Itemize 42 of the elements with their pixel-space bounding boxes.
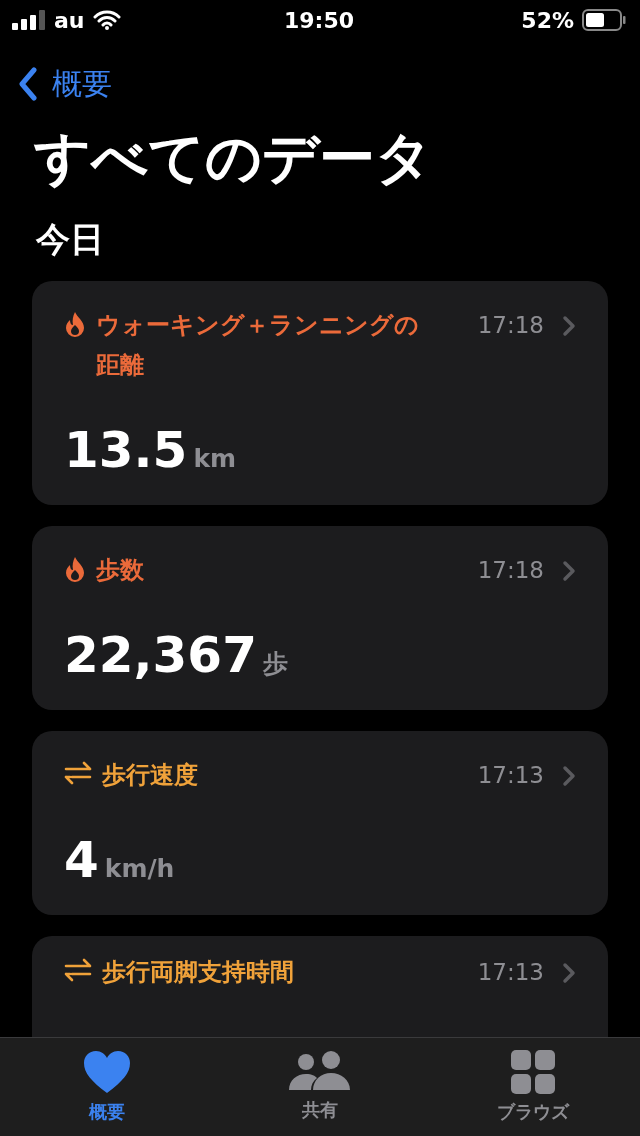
heart-icon [82,1050,131,1094]
data-card[interactable]: 歩行両脚支持時間 17:13 [32,935,608,1037]
arrows-icon [64,957,92,982]
data-card[interactable]: 歩数 17:18 22,367 歩 [32,525,608,710]
data-card[interactable]: 歩行速度 17:13 4 km/h [32,730,608,915]
battery-percentage: 52% [521,7,574,33]
data-card[interactable]: ウォーキング＋ランニングの距離 17:18 13.5 km [32,280,608,505]
back-button[interactable]: 概要 [18,63,112,105]
chevron-icon [562,764,576,787]
status-time: 19:50 [284,7,354,33]
back-chevron-icon [18,67,38,101]
chevron-icon [562,961,576,984]
card-unit: km [193,443,237,473]
chevron-icon [562,559,576,582]
card-time: 17:18 [477,555,544,585]
chevron-icon [562,314,576,337]
page-title: すべてのデータ [34,124,433,192]
card-unit: km/h [104,853,175,883]
wifi-icon [92,10,121,30]
card-value: 13.5 [64,420,188,479]
card-time: 17:18 [477,310,544,340]
carrier-name: au [54,7,85,33]
tab-item[interactable]: ブラウズ [426,1038,640,1136]
card-title: 歩数 [96,554,144,586]
card-title: 歩行両脚支持時間 [102,956,295,988]
card-title: 歩行速度 [102,759,198,791]
tab-item[interactable]: 共有 [213,1038,427,1136]
flame-icon [64,555,86,582]
card-value: 4 [64,830,99,889]
card-value: 22,367 [64,625,257,684]
card-unit: 歩 [262,647,288,680]
card-title: ウォーキング＋ランニングの距離 [96,309,420,381]
signal-icon [12,10,46,30]
people-icon [289,1050,351,1092]
card-time: 17:13 [477,760,544,790]
card-time: 17:13 [477,957,544,987]
tab-item[interactable]: 概要 [0,1038,214,1136]
flame-icon [64,310,86,337]
grid-icon [511,1050,556,1094]
arrows-icon [64,760,92,785]
battery-icon [582,9,626,31]
section-heading: 今日 [36,217,105,261]
